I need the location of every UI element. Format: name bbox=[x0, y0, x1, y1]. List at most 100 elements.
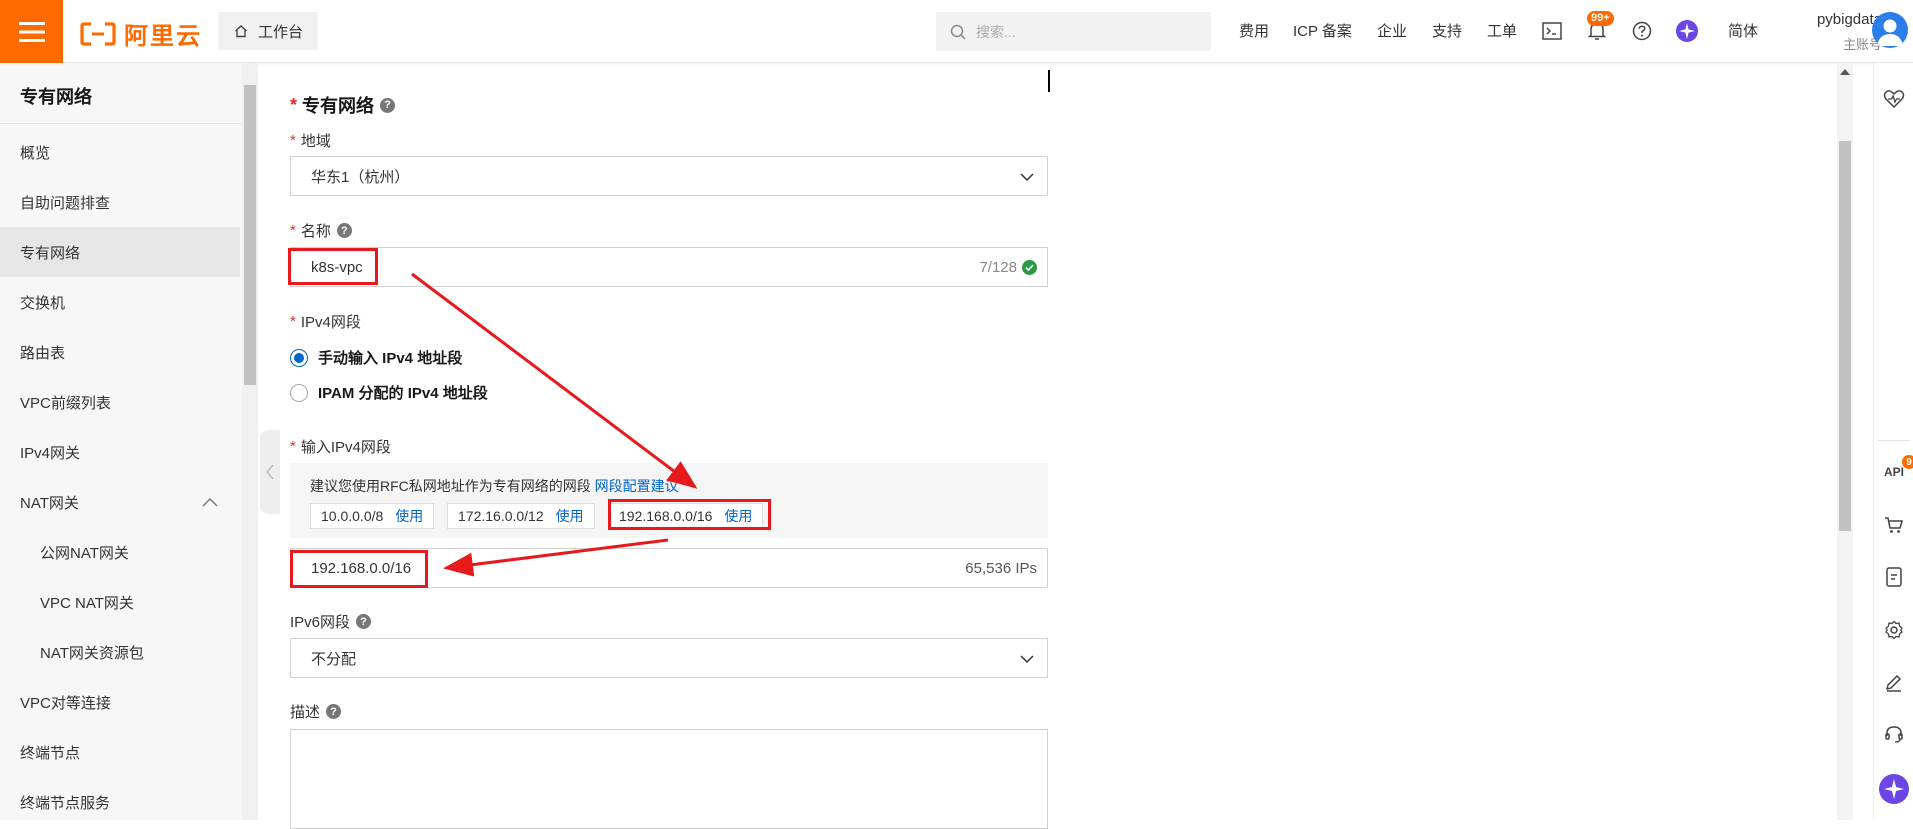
use-cidr-button[interactable]: 使用 bbox=[724, 506, 752, 526]
language-switch[interactable]: 简体 bbox=[1728, 20, 1758, 41]
settings-icon[interactable] bbox=[1882, 618, 1906, 642]
sidebar-item-public-nat[interactable]: 公网NAT网关 bbox=[0, 527, 240, 577]
sidebar-title: 专有网络 bbox=[20, 87, 92, 107]
nav-support[interactable]: 支持 bbox=[1432, 20, 1462, 41]
ai-assistant-icon[interactable] bbox=[1878, 773, 1910, 805]
cart-icon[interactable] bbox=[1882, 513, 1906, 537]
cidr-chip-192: 192.168.0.0/16 使用 bbox=[608, 503, 764, 529]
avatar[interactable] bbox=[1872, 12, 1908, 48]
check-icon bbox=[1022, 260, 1037, 275]
help-icon[interactable] bbox=[1630, 19, 1654, 43]
input-ipv4-label-text: 输入IPv4网段 bbox=[300, 439, 391, 456]
username: pybigdata bbox=[1816, 11, 1882, 28]
help-icon[interactable]: ? bbox=[380, 97, 396, 113]
ipv6-select[interactable]: 不分配 bbox=[290, 638, 1048, 678]
region-select[interactable]: 华东1（杭州） bbox=[290, 156, 1048, 196]
sidebar-item-label: IPv4网关 bbox=[20, 444, 81, 462]
radio-label: IPAM 分配的 IPv4 地址段 bbox=[318, 385, 488, 402]
sidebar-item-vswitch[interactable]: 交换机 bbox=[0, 277, 240, 327]
sidebar-item-label: NAT网关 bbox=[20, 494, 79, 512]
sidebar-item-label: VPC前缀列表 bbox=[20, 394, 111, 412]
region-label: * 地域 bbox=[290, 132, 331, 150]
ipv4-cidr-input[interactable]: 192.168.0.0/16 65,536 IPs bbox=[290, 548, 1048, 588]
sidebar-item-vpc-nat[interactable]: VPC NAT网关 bbox=[0, 577, 240, 627]
radio-label: 手动输入 IPv4 地址段 bbox=[318, 350, 463, 367]
radio-manual-ipv4[interactable]: 手动输入 IPv4 地址段 bbox=[290, 347, 462, 368]
use-cidr-button[interactable]: 使用 bbox=[395, 506, 423, 526]
scroll-up-arrow[interactable] bbox=[1840, 69, 1850, 75]
hamburger-menu-button[interactable] bbox=[0, 0, 63, 63]
sidebar-item-nat-gateway[interactable]: NAT网关 bbox=[0, 477, 240, 527]
radio-circle-checked[interactable] bbox=[290, 348, 308, 367]
workbench-button[interactable]: 工作台 bbox=[218, 12, 318, 50]
sidebar-item-label: 终端节点服务 bbox=[20, 794, 111, 812]
sidebar-item-label: 概览 bbox=[20, 144, 51, 162]
sidebar-item-prefix-list[interactable]: VPC前缀列表 bbox=[0, 377, 240, 427]
sidebar-item-vpc-peering[interactable]: VPC对等连接 bbox=[0, 677, 240, 727]
search-box[interactable] bbox=[936, 12, 1211, 51]
nav-enterprise[interactable]: 企业 bbox=[1377, 20, 1407, 41]
cidr-value: 10.0.0.0/8 bbox=[321, 508, 384, 524]
terminal-icon[interactable] bbox=[1540, 19, 1564, 43]
logo-text: 阿里云 bbox=[124, 23, 202, 50]
sidebar-item-label: NAT网关资源包 bbox=[40, 644, 144, 662]
notification-badge: 99+ bbox=[1587, 11, 1614, 26]
section-title: * 专有网络 ? bbox=[290, 92, 396, 118]
nav-billing[interactable]: 费用 bbox=[1239, 20, 1269, 41]
sidebar-scrollbar-thumb[interactable] bbox=[244, 85, 256, 385]
ipv6-value: 不分配 bbox=[311, 650, 357, 668]
description-label-text: 描述 bbox=[290, 704, 321, 721]
search-input[interactable] bbox=[976, 23, 1176, 40]
input-ipv4-label: * 输入IPv4网段 bbox=[290, 438, 391, 456]
user-info[interactable]: pybigdata 主账号 bbox=[1782, 11, 1882, 53]
name-label-text: 名称 bbox=[300, 223, 331, 240]
radio-ipam-ipv4[interactable]: IPAM 分配的 IPv4 地址段 bbox=[290, 382, 488, 403]
headset-icon[interactable] bbox=[1882, 722, 1906, 746]
sidebar-item-endpoint[interactable]: 终端节点 bbox=[0, 727, 240, 777]
nav-ticket[interactable]: 工单 bbox=[1487, 20, 1517, 41]
sidebar-scrollbar[interactable] bbox=[242, 63, 258, 820]
sidebar-item-vpc[interactable]: 专有网络 bbox=[0, 227, 240, 277]
cidr-chip-172: 172.16.0.0/12 使用 bbox=[447, 503, 595, 529]
sidebar-divider bbox=[0, 123, 242, 124]
cidr-suggestion-panel: 建议您使用RFC私网地址作为专有网络的网段 网段配置建议 10.0.0.0/8 … bbox=[290, 463, 1048, 538]
help-icon[interactable]: ? bbox=[356, 614, 372, 629]
description-label: 描述? bbox=[290, 701, 342, 722]
radio-circle[interactable] bbox=[290, 383, 308, 402]
aliyun-logo[interactable]: 阿里云 bbox=[80, 16, 202, 51]
help-icon[interactable]: ? bbox=[336, 223, 352, 238]
aliyun-logo-icon bbox=[80, 21, 116, 46]
main-scrollbar-thumb[interactable] bbox=[1839, 141, 1851, 531]
ipv6-label-text: IPv6网段 bbox=[290, 614, 351, 631]
cidr-value: 172.16.0.0/12 bbox=[458, 508, 544, 524]
sidebar-item-label: VPC对等连接 bbox=[20, 694, 111, 712]
nav-icp[interactable]: ICP 备案 bbox=[1293, 20, 1352, 41]
sidebar-collapse-handle[interactable] bbox=[260, 430, 280, 514]
use-cidr-button[interactable]: 使用 bbox=[556, 506, 584, 526]
sidebar-item-overview[interactable]: 概览 bbox=[0, 127, 240, 177]
health-icon[interactable] bbox=[1882, 87, 1906, 111]
name-counter-text: 7/128 bbox=[979, 259, 1017, 276]
ai-assistant-icon[interactable] bbox=[1675, 19, 1699, 43]
ipv4-cidr-value: 192.168.0.0/16 bbox=[311, 559, 412, 577]
name-input[interactable]: k8s-vpc 7/128 bbox=[290, 247, 1048, 287]
sidebar-item-ipv4-gateway[interactable]: IPv4网关 bbox=[0, 427, 240, 477]
sidebar-item-route-table[interactable]: 路由表 bbox=[0, 327, 240, 377]
menu-icon bbox=[18, 21, 45, 42]
sidebar-item-troubleshoot[interactable]: 自助问题排查 bbox=[0, 177, 240, 227]
ipv4-label: * IPv4网段 bbox=[290, 313, 361, 331]
main-scrollbar[interactable] bbox=[1837, 63, 1853, 820]
region-value: 华东1（杭州） bbox=[311, 168, 410, 186]
sidebar-item-label: 自助问题排查 bbox=[20, 194, 111, 212]
cidr-advice-link[interactable]: 网段配置建议 bbox=[595, 478, 679, 494]
api-badge: 9 bbox=[1902, 455, 1913, 469]
help-icon[interactable]: ? bbox=[326, 704, 342, 719]
right-toolbar: API 9 bbox=[1873, 63, 1913, 820]
sidebar-item-label: 公网NAT网关 bbox=[40, 544, 129, 562]
search-icon bbox=[950, 24, 966, 40]
document-edit-icon[interactable] bbox=[1882, 565, 1906, 589]
description-textarea[interactable] bbox=[290, 729, 1048, 829]
arrow-name-to-cidr bbox=[411, 272, 698, 489]
pencil-icon[interactable] bbox=[1882, 670, 1906, 694]
sidebar-item-nat-package[interactable]: NAT网关资源包 bbox=[0, 627, 240, 677]
